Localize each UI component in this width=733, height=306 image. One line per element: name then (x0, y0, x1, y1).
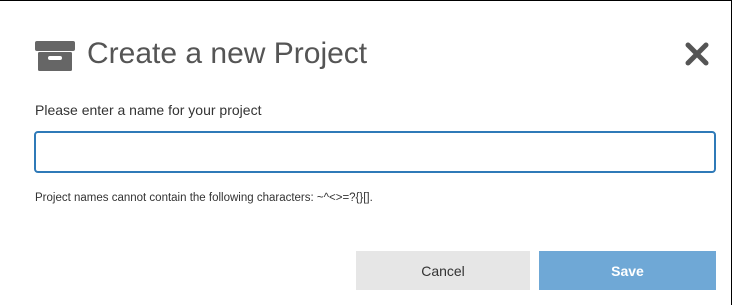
cancel-button[interactable]: Cancel (356, 251, 530, 290)
close-icon[interactable] (684, 41, 710, 67)
project-name-label: Please enter a name for your project (35, 102, 262, 118)
dialog-header: Create a new Project (35, 31, 367, 77)
project-name-input[interactable] (34, 131, 716, 173)
save-button[interactable]: Save (539, 251, 716, 290)
archive-box-icon (35, 41, 75, 71)
dialog-title: Create a new Project (87, 37, 368, 70)
create-project-dialog: Create a new Project Please enter a name… (0, 0, 732, 305)
invalid-characters-hint: Project names cannot contain the followi… (35, 192, 373, 204)
